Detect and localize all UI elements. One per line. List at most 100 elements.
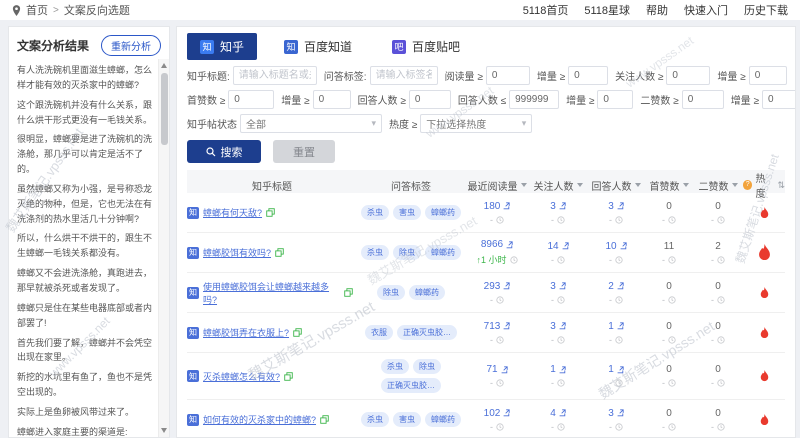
breadcrumb-home[interactable]: 首页: [26, 2, 48, 18]
analysis-text[interactable]: 有人洗洗碗机里面滋生蟑螂，怎么样才能有效的灭杀家中的蟑螂?这个跟洗碗机并没有什么…: [9, 59, 158, 437]
column-header-5[interactable]: 回答人数: [587, 178, 645, 193]
sidebar-scrollbar[interactable]: [158, 59, 169, 437]
tag-pill[interactable]: 杀虫: [361, 412, 389, 427]
follows-min-input[interactable]: [666, 66, 710, 85]
link-5118-planet[interactable]: 5118星球: [584, 2, 630, 18]
sort-chevron-icon[interactable]: [732, 183, 738, 187]
question-title-link[interactable]: 蟑螂胶饵弄在衣服上?: [203, 326, 289, 339]
copy-icon[interactable]: [320, 415, 329, 424]
reset-button[interactable]: 重置: [273, 140, 335, 163]
answers-min-input[interactable]: [409, 90, 451, 109]
tab-zhihu[interactable]: 知 知乎: [187, 33, 257, 60]
reads-delta-input[interactable]: [568, 66, 608, 85]
value-text: 102: [484, 408, 501, 419]
reads-value[interactable]: 713: [465, 321, 529, 332]
tab-baidu-tieba[interactable]: 吧 百度贴吧: [379, 33, 473, 60]
copy-icon[interactable]: [293, 328, 302, 337]
follows-value[interactable]: 14: [529, 241, 587, 252]
sort-chevron-icon[interactable]: [635, 183, 641, 187]
follows-value[interactable]: 3: [529, 281, 587, 292]
clock-icon: [496, 336, 504, 344]
tag-pill[interactable]: 蟑螂药: [425, 205, 461, 220]
tag-pill[interactable]: 正确灭虫胶…: [397, 325, 457, 340]
follows-delta-input[interactable]: [749, 66, 787, 85]
scroll-down-icon[interactable]: [161, 428, 167, 433]
scrollbar-thumb[interactable]: [161, 73, 168, 145]
answers-value[interactable]: 3: [587, 201, 645, 212]
tag-pill[interactable]: 害虫: [393, 205, 421, 220]
first-likes: 0-: [645, 201, 693, 225]
copy-icon[interactable]: [275, 248, 284, 257]
column-header-7[interactable]: 二赞数: [693, 178, 743, 193]
zhihu-title-input[interactable]: [233, 66, 317, 85]
reads-value[interactable]: 180: [465, 201, 529, 212]
column-header-3[interactable]: 最近阅读量: [465, 178, 529, 193]
post-status-select[interactable]: 全部▾: [240, 114, 382, 133]
tag-pill[interactable]: 正确灭虫胶…: [381, 378, 441, 393]
column-header-6[interactable]: 首赞数: [645, 178, 693, 193]
tab-baidu-zhidao[interactable]: 知 百度知道: [271, 33, 365, 60]
value-text: 0: [715, 321, 721, 332]
link-download-history[interactable]: 历史下载: [744, 2, 788, 18]
follows-value[interactable]: 4: [529, 408, 587, 419]
column-header-4[interactable]: 关注人数: [529, 178, 587, 193]
heat-select[interactable]: 下拉选择热度▾: [420, 114, 532, 133]
tag-pill[interactable]: 衣服: [365, 325, 393, 340]
column-header-8[interactable]: ?热度⇅: [743, 170, 785, 200]
sort-chevron-icon[interactable]: [683, 183, 689, 187]
answers-delta-input[interactable]: [597, 90, 633, 109]
qa-tag-input[interactable]: [370, 66, 438, 85]
tag-pill[interactable]: 杀虫: [361, 205, 389, 220]
link-5118-home[interactable]: 5118首页: [523, 2, 569, 18]
answers-value[interactable]: 2: [587, 281, 645, 292]
tag-pill[interactable]: 害虫: [393, 412, 421, 427]
copy-icon[interactable]: [284, 372, 293, 381]
second-likes-delta-input[interactable]: [762, 90, 796, 109]
link-quickstart[interactable]: 快速入门: [684, 2, 728, 18]
scroll-up-icon[interactable]: [161, 63, 167, 68]
copy-icon[interactable]: [266, 208, 275, 217]
follows-value[interactable]: 1: [529, 364, 587, 375]
question-title-link[interactable]: 灭杀蟑螂怎么有效?: [203, 370, 280, 383]
reads-value[interactable]: 8966: [465, 239, 529, 250]
answers-value[interactable]: 10: [587, 241, 645, 252]
follows-value[interactable]: 3: [529, 321, 587, 332]
tag-pill[interactable]: 杀虫: [361, 245, 389, 260]
tab-label: 百度贴吧: [412, 38, 460, 55]
answers-delta: -: [587, 378, 645, 388]
copy-icon[interactable]: [344, 288, 353, 297]
tag-pill[interactable]: 除虫: [413, 359, 441, 374]
help-icon[interactable]: ?: [743, 180, 752, 190]
tag-pill[interactable]: 蟑螂药: [425, 412, 461, 427]
answers-value[interactable]: 1: [587, 364, 645, 375]
sort-chevron-icon[interactable]: [521, 183, 527, 187]
reads-value[interactable]: 293: [465, 281, 529, 292]
second-likes-value: 0: [693, 364, 743, 375]
top-likes-delta-input[interactable]: [313, 90, 351, 109]
tag-pill[interactable]: 除虫: [377, 285, 405, 300]
tag-pill[interactable]: 蟑螂药: [409, 285, 445, 300]
follows-value[interactable]: 3: [529, 201, 587, 212]
reads-value[interactable]: 71: [465, 364, 529, 375]
trend-link-icon: [500, 366, 508, 374]
sort-chevron-icon[interactable]: [577, 183, 583, 187]
link-help[interactable]: 帮助: [646, 2, 668, 18]
answers-value[interactable]: 3: [587, 408, 645, 419]
tag-pill[interactable]: 杀虫: [381, 359, 409, 374]
question-title-link[interactable]: 蟑螂胶饵有效吗?: [203, 246, 271, 259]
question-title-link[interactable]: 如何有效的灭杀家中的蟑螂?: [203, 413, 316, 426]
tag-pill[interactable]: 蟑螂药: [425, 245, 461, 260]
question-title-link[interactable]: 使用蟑螂胶饵会让蟑螂越来越多吗?: [203, 280, 340, 306]
tag-pill[interactable]: 除虫: [393, 245, 421, 260]
second-likes-min-input[interactable]: [682, 90, 724, 109]
answers-max-input[interactable]: [509, 90, 559, 109]
top-likes-min-input[interactable]: [228, 90, 274, 109]
reads-value[interactable]: 102: [465, 408, 529, 419]
answers-value[interactable]: 1: [587, 321, 645, 332]
table-row: 知灭杀蟑螂怎么有效?杀虫除虫正确灭虫胶…71-1-1-0-0-: [187, 353, 785, 400]
question-title-link[interactable]: 蟑螂有何天敌?: [203, 206, 262, 219]
reanalyze-button[interactable]: 重新分析: [101, 35, 161, 56]
sort-updown-icon[interactable]: ⇅: [777, 180, 785, 191]
search-button[interactable]: 搜索: [187, 140, 261, 163]
reads-min-input[interactable]: [486, 66, 530, 85]
